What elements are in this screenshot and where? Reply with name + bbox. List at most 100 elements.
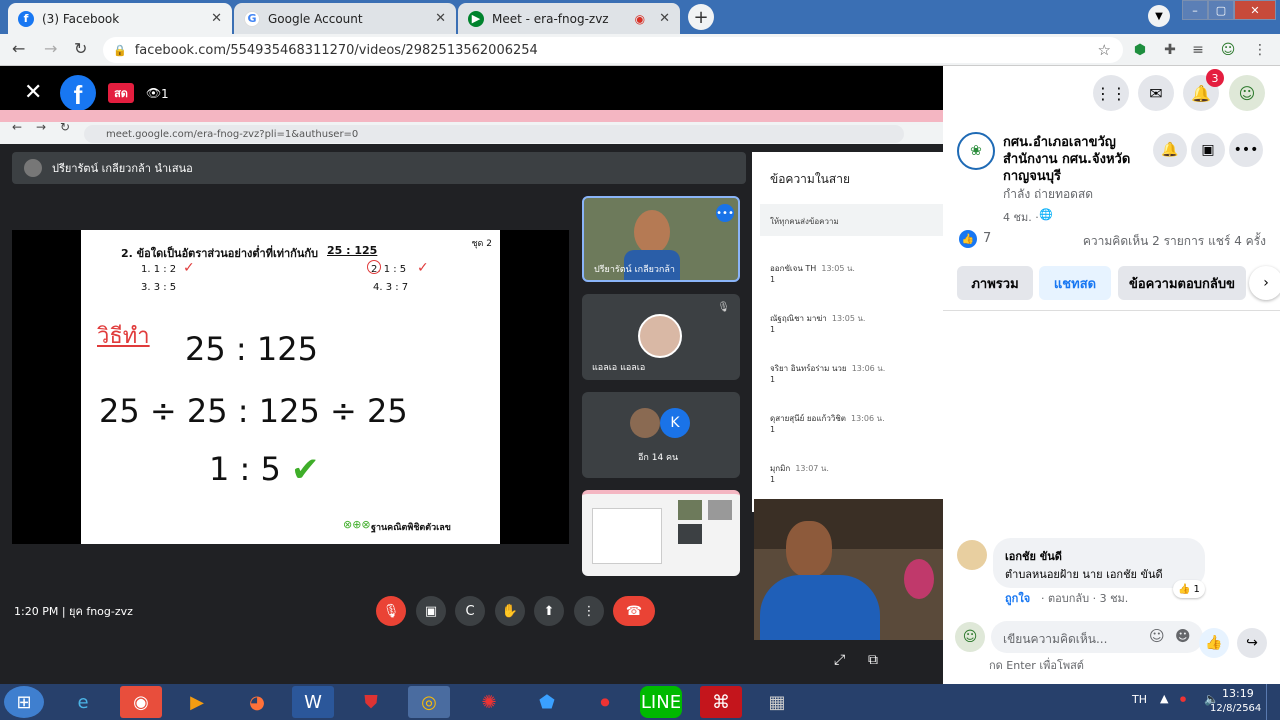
participant-avatar [630, 408, 660, 438]
self-preview-tile[interactable] [582, 490, 740, 576]
tab-facebook[interactable]: f (3) Facebook ✕ [8, 3, 232, 34]
calculator-icon[interactable]: ▦ [756, 686, 798, 718]
share-button[interactable]: ↪ [1237, 628, 1267, 658]
profile-avatar-icon[interactable]: ☺ [1218, 40, 1238, 60]
browser-tab-strip: f (3) Facebook ✕ G Google Account ✕ ▶ Me… [0, 0, 1280, 34]
mic-off-button[interactable]: 🎙 [376, 596, 406, 626]
tab-replies[interactable]: ข้อความตอบกลับข [1118, 266, 1246, 300]
chat-title: ข้อความในสาย [770, 172, 850, 186]
more-options-icon[interactable]: ••• [1229, 133, 1263, 167]
app-icon[interactable]: ✺ [468, 686, 510, 718]
commenter-avatar[interactable] [957, 540, 987, 570]
live-video-player[interactable]: ✕ f สด 👁 1 ← → ↻ meet.google.com/era-fno… [0, 66, 943, 684]
camera-background-flowers [904, 559, 934, 599]
new-tab-button[interactable]: + [688, 4, 714, 30]
chat-sender: ณัฐฤณิชา มาฆ่า [770, 314, 827, 323]
close-tab-icon[interactable]: ✕ [659, 11, 670, 26]
messenger-icon[interactable]: ✉ [1138, 75, 1174, 111]
comment-reactions[interactable]: 👍 1 [1173, 580, 1205, 598]
shield-extension-icon[interactable]: ⬢ [1130, 40, 1150, 60]
internet-explorer-icon[interactable]: e [62, 686, 104, 718]
comment-like-action[interactable]: ถูกใจ [1005, 589, 1030, 607]
slide-option-1: 1. 1 : 2 [141, 264, 177, 275]
like-count[interactable]: 7 [983, 231, 991, 246]
show-desktop-button[interactable] [1266, 684, 1280, 720]
reload-icon[interactable]: ↻ [74, 39, 87, 58]
tab-label: Meet - era-fnog-zvz [492, 11, 609, 26]
forward-icon[interactable]: → [44, 39, 57, 58]
url-text: facebook.com/554935468311270/videos/2982… [134, 42, 538, 58]
menu-grid-icon[interactable]: ⋮⋮ [1093, 75, 1129, 111]
address-bar[interactable]: 🔒 facebook.com/554935468311270/videos/29… [103, 37, 1123, 63]
tray-recorder-icon[interactable]: ⏺ [1180, 692, 1186, 707]
page-name[interactable]: กศน.อำเภอเลาขวัญ สำนักงาน กศน.จังหวัดกาญ… [1003, 134, 1153, 185]
comment-meta[interactable]: · ตอบกลับ · 3 ชม. [1041, 589, 1128, 607]
like-reaction-icon[interactable]: 👍 [959, 230, 977, 248]
present-button[interactable]: ⬆ [534, 596, 564, 626]
close-tab-icon[interactable]: ✕ [435, 11, 446, 26]
close-video-icon[interactable]: ✕ [24, 80, 42, 105]
comment-input[interactable]: เขียนความคิดเห็น... ☺ ☻ [991, 621, 1203, 653]
captions-button[interactable]: C [455, 596, 485, 626]
account-avatar[interactable]: ☺ [1229, 75, 1265, 111]
tray-expand-icon[interactable]: ▲ [1160, 692, 1168, 705]
clock-time[interactable]: 13:19 [1222, 687, 1254, 700]
google-icon: G [244, 10, 260, 27]
line-app-icon[interactable]: LINE [640, 686, 682, 718]
shield-app-icon[interactable]: ⬟ [526, 686, 568, 718]
comment-author[interactable]: เอกชัย ขันดี [1005, 547, 1062, 565]
participant-tile-presenter[interactable]: ••• ปรียารัตน์ เกลียวกล้า [582, 196, 740, 282]
tab-live-chat[interactable]: แชทสด [1039, 266, 1111, 300]
green-check-icon: ✔ [291, 450, 320, 490]
participant-tile-others[interactable]: K อีก 14 คน [582, 392, 740, 478]
inner-url-bar: meet.google.com/era-fnog-zvz?pli=1&authu… [84, 125, 904, 143]
facebook-logo-icon[interactable]: f [60, 75, 96, 111]
participant-tile-2[interactable]: 🎙 แอลเอ แอลเอ [582, 294, 740, 380]
fullscreen-icon[interactable]: ⤢ [834, 652, 845, 668]
chat-text: 1 [770, 475, 776, 484]
camera-button[interactable]: ▣ [416, 596, 446, 626]
clock-date[interactable]: 12/8/2564 [1210, 703, 1261, 714]
firefox-icon[interactable]: ◕ [236, 686, 278, 718]
emoji-icon[interactable]: ☺ [1149, 627, 1165, 645]
close-window-button[interactable]: ✕ [1234, 0, 1276, 20]
menu-dots-icon[interactable]: ⋮ [1250, 40, 1270, 60]
app-icon[interactable]: ◉ [120, 686, 162, 718]
pdf-reader-icon[interactable]: ⌘ [700, 686, 742, 718]
leave-call-button[interactable]: ☎ [613, 596, 655, 626]
reading-list-icon[interactable]: ≡ [1188, 40, 1208, 60]
sticker-icon[interactable]: ☻ [1175, 627, 1191, 645]
tile-label: อีก 14 คน [638, 453, 679, 463]
more-options-button[interactable]: ⋮ [574, 596, 604, 626]
security-app-icon[interactable]: ⛊ [350, 686, 392, 718]
slide-line-2: 25 ÷ 25 : 125 ÷ 25 [99, 392, 408, 430]
media-player-icon[interactable]: ▶ [176, 686, 218, 718]
streamer-face [786, 521, 832, 577]
page-avatar[interactable]: ❀ [957, 132, 995, 170]
chevron-right-icon[interactable]: › [1249, 266, 1280, 300]
bookmark-star-icon[interactable]: ☆ [1098, 41, 1111, 59]
back-icon[interactable]: ← [12, 39, 25, 58]
minimize-button[interactable]: – [1182, 0, 1208, 20]
profile-dropdown-icon[interactable]: ▼ [1148, 5, 1170, 27]
raise-hand-button[interactable]: ✋ [495, 596, 525, 626]
save-post-icon[interactable]: ▣ [1191, 133, 1225, 167]
follow-bell-icon[interactable]: 🔔 [1153, 133, 1187, 167]
post-stats[interactable]: ความคิดเห็น 2 รายการ แชร์ 4 ครั้ง [1083, 232, 1266, 251]
tab-meet[interactable]: ▶ Meet - era-fnog-zvz ◉ ✕ [458, 3, 680, 34]
tab-overview[interactable]: ภาพรวม [957, 266, 1033, 300]
like-button[interactable]: 👍 [1199, 628, 1229, 658]
input-language[interactable]: TH [1132, 693, 1147, 706]
puzzle-extensions-icon[interactable]: ✚ [1160, 40, 1180, 60]
chrome-icon[interactable]: ◎ [408, 686, 450, 718]
screen-recorder-icon[interactable]: ⏺ [584, 686, 626, 718]
tab-google-account[interactable]: G Google Account ✕ [234, 3, 456, 34]
maximize-button[interactable]: ▢ [1208, 0, 1234, 20]
start-button[interactable]: ⊞ [4, 686, 44, 718]
picture-in-picture-icon[interactable]: ⧉ [868, 652, 878, 668]
more-options-icon[interactable]: ••• [716, 204, 734, 222]
eye-icon: 👁 [146, 86, 162, 100]
inner-reload-icon: ↻ [60, 120, 71, 134]
word-icon[interactable]: W [292, 686, 334, 718]
close-tab-icon[interactable]: ✕ [211, 11, 222, 26]
